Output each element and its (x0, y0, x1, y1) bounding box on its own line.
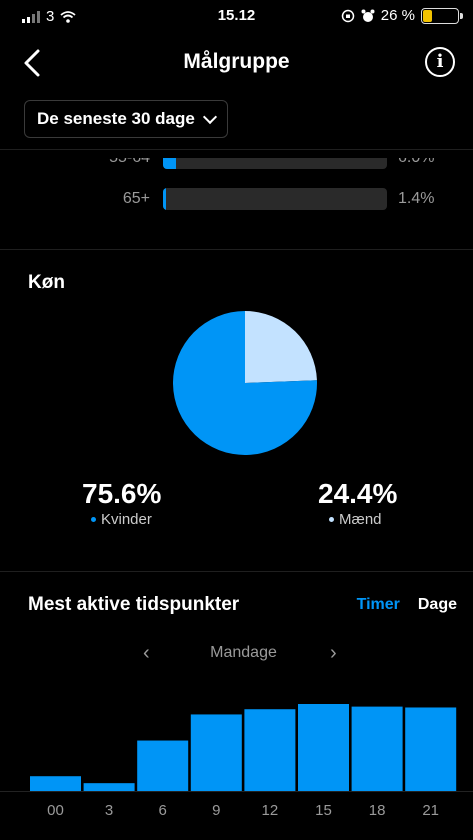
tab-days[interactable]: Dage (418, 596, 457, 614)
tab-hours[interactable]: Timer (357, 596, 400, 614)
age-row: 65+ 1.4% (0, 186, 473, 212)
divider (0, 249, 473, 250)
active-times-title: Mest aktive tidspunkter (28, 594, 240, 615)
pie-slice-men (245, 311, 317, 383)
day-label: Mandage (210, 644, 277, 661)
hour-bar-18 (351, 706, 403, 791)
status-right: 26 % (341, 7, 463, 24)
info-circle-icon[interactable]: i (425, 47, 455, 77)
hour-bar-12 (244, 709, 296, 791)
gender-section-title: Køn (28, 272, 65, 293)
women-percent: 75.6% (82, 478, 162, 509)
age-range-label: 65+ (122, 190, 150, 207)
active-times-bar-chart: 00 3 6 9 12 15 18 21 (0, 704, 473, 819)
hour-tick-label: 9 (212, 802, 220, 819)
battery-fill (423, 9, 432, 22)
battery-percent: 26 % (380, 7, 415, 24)
age-range-percent: 1.4% (398, 190, 435, 207)
age-range-percent: 6.0% (398, 158, 434, 167)
info-glyph: i (436, 51, 444, 72)
hour-tick-label: 12 (262, 802, 279, 819)
men-label: Mænd (339, 511, 382, 528)
women-legend: Kvinder (91, 511, 152, 528)
hour-tick-label: 18 (369, 802, 386, 819)
hour-tick-label: 3 (105, 802, 113, 819)
age-row: 55-64 6.0% (0, 158, 473, 171)
hour-tick-label: 00 (47, 802, 64, 819)
date-range-dropdown[interactable]: De seneste 30 dage (24, 100, 228, 138)
age-bar-track (163, 158, 387, 169)
orientation-lock-icon (341, 9, 355, 22)
divider (0, 571, 473, 572)
battery-icon (421, 7, 463, 24)
page-title: Målgruppe (183, 50, 290, 73)
nav-bar: Målgruppe i (0, 34, 473, 92)
men-legend: Mænd (329, 511, 382, 528)
age-range-label: 55-64 (109, 158, 150, 167)
hour-bar-21 (405, 707, 457, 791)
active-times-tabs: Timer Dage (357, 596, 457, 614)
chevron-right-icon[interactable]: › (330, 642, 337, 665)
men-percent: 24.4% (318, 478, 398, 509)
day-navigator: ‹ Mandage › (0, 642, 473, 664)
status-bar: 3 15.12 26 % (0, 0, 473, 34)
hour-tick-label: 21 (422, 802, 439, 819)
hour-bar-6 (137, 740, 189, 791)
men-legend-dot (329, 517, 334, 522)
hour-bar-00 (30, 776, 81, 791)
gender-pie-chart (173, 311, 317, 455)
age-bar-track (163, 188, 387, 210)
hour-tick-label: 15 (315, 802, 332, 819)
divider (0, 149, 473, 150)
date-range-label: De seneste 30 dage (37, 109, 195, 128)
women-legend-dot (91, 517, 96, 522)
hour-bar-15 (298, 704, 349, 791)
age-bar-fill (163, 158, 177, 169)
women-label: Kvinder (101, 511, 152, 528)
alarm-icon (361, 9, 375, 22)
hour-bar-3 (83, 783, 135, 791)
hour-tick-label: 6 (159, 802, 167, 819)
chevron-down-icon (202, 109, 217, 124)
age-bar-fill (163, 188, 167, 210)
age-range-list: 55-64 6.0% 65+ 1.4% (0, 158, 473, 248)
hour-bar-9 (190, 714, 242, 791)
